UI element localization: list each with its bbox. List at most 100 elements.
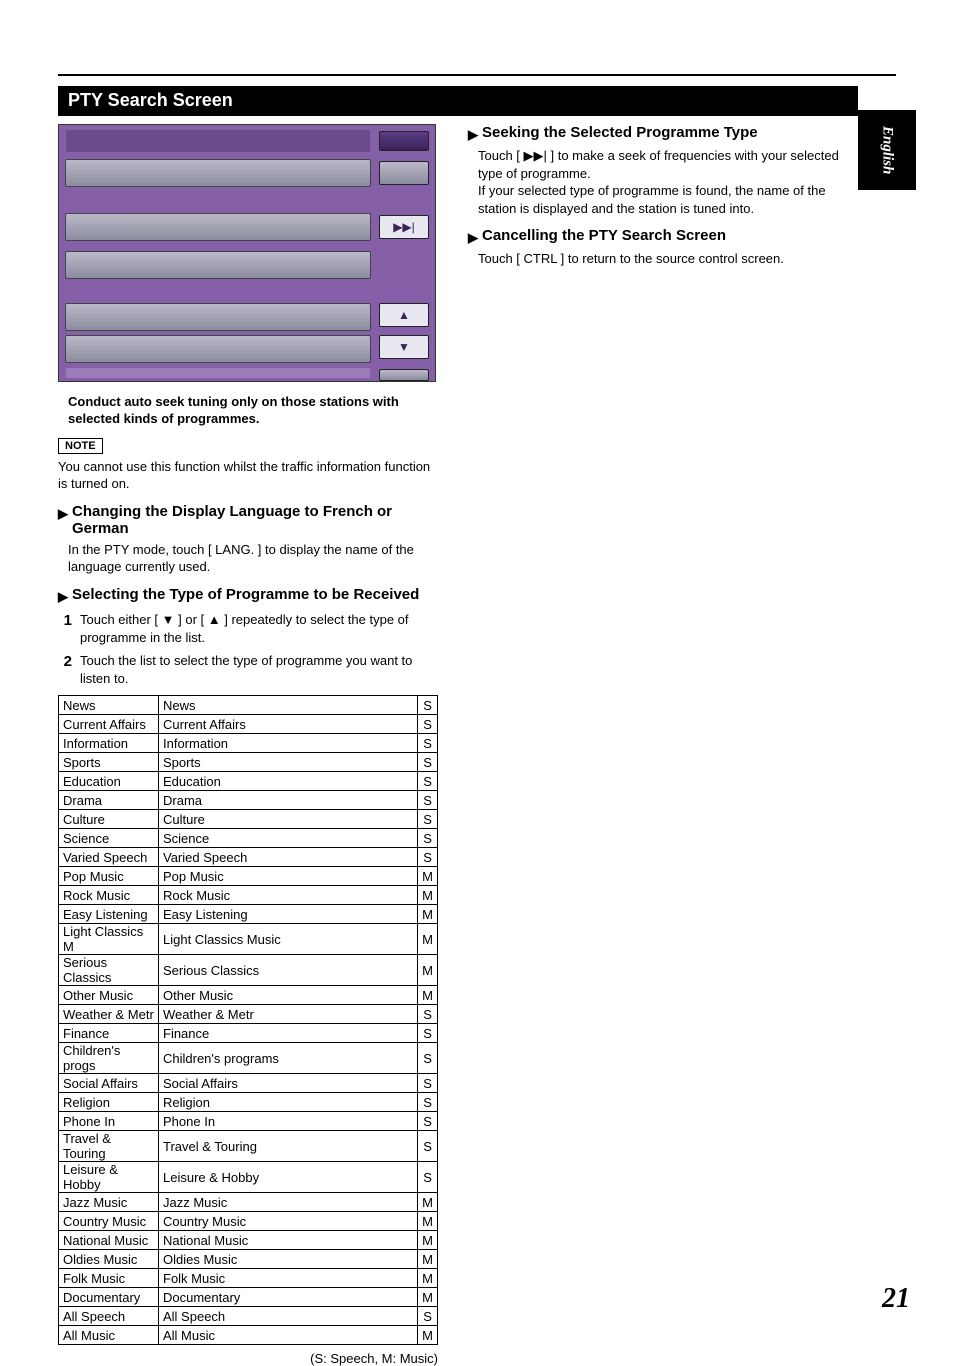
table-cell: Pop Music <box>159 867 418 886</box>
table-cell: Jazz Music <box>59 1193 159 1212</box>
table-row: All MusicAll MusicM <box>59 1326 438 1345</box>
table-cell: Religion <box>59 1093 159 1112</box>
lead-text: Conduct auto seek tuning only on those s… <box>68 394 438 428</box>
table-cell: Religion <box>159 1093 418 1112</box>
table-cell: S <box>418 734 438 753</box>
table-row: Oldies MusicOldies MusicM <box>59 1250 438 1269</box>
table-row: DocumentaryDocumentaryM <box>59 1288 438 1307</box>
table-cell: Folk Music <box>59 1269 159 1288</box>
table-cell: M <box>418 1250 438 1269</box>
table-row: Current AffairsCurrent AffairsS <box>59 715 438 734</box>
table-cell: Science <box>59 829 159 848</box>
seek-next-icon: ▶▶| <box>379 215 429 239</box>
table-cell: S <box>418 810 438 829</box>
table-cell: Finance <box>159 1024 418 1043</box>
table-row: Travel & TouringTravel & TouringS <box>59 1131 438 1162</box>
table-cell: Serious Classics <box>59 955 159 986</box>
table-cell: M <box>418 1212 438 1231</box>
table-cell: All Speech <box>59 1307 159 1326</box>
heading-change-language: ▶ Changing the Display Language to Frenc… <box>58 503 438 537</box>
table-cell: All Speech <box>159 1307 418 1326</box>
table-row: EducationEducationS <box>59 772 438 791</box>
table-row: Weather & MetrWeather & MetrS <box>59 1005 438 1024</box>
table-cell: Documentary <box>59 1288 159 1307</box>
table-cell: Light Classics Music <box>159 924 418 955</box>
table-cell: Social Affairs <box>59 1074 159 1093</box>
heading-text: Seeking the Selected Programme Type <box>482 124 758 141</box>
table-cell: S <box>418 848 438 867</box>
table-cell: Information <box>159 734 418 753</box>
table-cell: M <box>418 924 438 955</box>
table-row: InformationInformationS <box>59 734 438 753</box>
table-cell: Jazz Music <box>159 1193 418 1212</box>
screen-list-row <box>65 213 371 241</box>
heading-select-programme: ▶ Selecting the Type of Programme to be … <box>58 586 438 605</box>
table-cell: Social Affairs <box>159 1074 418 1093</box>
heading-cancelling: ▶ Cancelling the PTY Search Screen <box>468 227 848 246</box>
page-number: 21 <box>882 1283 910 1315</box>
table-cell: Phone In <box>59 1112 159 1131</box>
table-row: Pop MusicPop MusicM <box>59 867 438 886</box>
table-cell: Light Classics M <box>59 924 159 955</box>
table-cell: S <box>418 696 438 715</box>
table-cell: Rock Music <box>59 886 159 905</box>
table-cell: Science <box>159 829 418 848</box>
table-row: Children's progsChildren's programsS <box>59 1043 438 1074</box>
table-cell: M <box>418 1326 438 1345</box>
table-row: Folk MusicFolk MusicM <box>59 1269 438 1288</box>
text-cancelling: Touch [ CTRL ] to return to the source c… <box>478 250 848 268</box>
table-row: NewsNewsS <box>59 696 438 715</box>
table-cell: S <box>418 1131 438 1162</box>
table-cell: Rock Music <box>159 886 418 905</box>
table-row: All SpeechAll SpeechS <box>59 1307 438 1326</box>
table-cell: Pop Music <box>59 867 159 886</box>
table-cell: Leisure & Hobby <box>59 1162 159 1193</box>
table-cell: News <box>59 696 159 715</box>
table-cell: Country Music <box>59 1212 159 1231</box>
table-row: SportsSportsS <box>59 753 438 772</box>
table-cell: Easy Listening <box>159 905 418 924</box>
table-row: Light Classics MLight Classics MusicM <box>59 924 438 955</box>
table-cell: All Music <box>59 1326 159 1345</box>
table-row: Leisure & HobbyLeisure & HobbyS <box>59 1162 438 1193</box>
step-1: 1 Touch either [ ▼ ] or [ ▲ ] repeatedly… <box>58 611 438 646</box>
table-row: Social AffairsSocial AffairsS <box>59 1074 438 1093</box>
table-cell: Documentary <box>159 1288 418 1307</box>
table-row: CultureCultureS <box>59 810 438 829</box>
table-cell: Drama <box>59 791 159 810</box>
table-cell: Oldies Music <box>159 1250 418 1269</box>
text-seeking: Touch [ ▶▶| ] to make a seek of frequenc… <box>478 147 848 217</box>
heading-text: Changing the Display Language to French … <box>72 503 438 537</box>
table-cell: Varied Speech <box>159 848 418 867</box>
step-number: 1 <box>58 611 72 646</box>
table-cell: S <box>418 715 438 734</box>
table-cell: Weather & Metr <box>59 1005 159 1024</box>
table-legend: (S: Speech, M: Music) <box>58 1351 438 1366</box>
table-cell: Leisure & Hobby <box>159 1162 418 1193</box>
step-text: Touch the list to select the type of pro… <box>80 652 438 687</box>
table-cell: Folk Music <box>159 1269 418 1288</box>
table-row: ReligionReligionS <box>59 1093 438 1112</box>
table-cell: National Music <box>159 1231 418 1250</box>
note-label: NOTE <box>58 438 103 454</box>
table-cell: S <box>418 1093 438 1112</box>
screen-header-row <box>65 129 371 153</box>
screen-list-row <box>65 159 371 187</box>
note-text: You cannot use this function whilst the … <box>58 458 438 493</box>
screen-list-row <box>65 303 371 331</box>
table-cell: Current Affairs <box>59 715 159 734</box>
table-cell: S <box>418 1043 438 1074</box>
table-cell: S <box>418 772 438 791</box>
table-cell: S <box>418 1112 438 1131</box>
table-row: Phone InPhone InS <box>59 1112 438 1131</box>
table-cell: M <box>418 886 438 905</box>
screen-footer-row <box>65 367 371 379</box>
screen-corner-button <box>379 131 429 151</box>
table-cell: S <box>418 1162 438 1193</box>
table-cell: Finance <box>59 1024 159 1043</box>
heading-seeking: ▶ Seeking the Selected Programme Type <box>468 124 848 143</box>
play-arrow-icon: ▶ <box>468 230 478 246</box>
table-cell: Travel & Touring <box>59 1131 159 1162</box>
table-cell: Education <box>59 772 159 791</box>
table-cell: Children's programs <box>159 1043 418 1074</box>
